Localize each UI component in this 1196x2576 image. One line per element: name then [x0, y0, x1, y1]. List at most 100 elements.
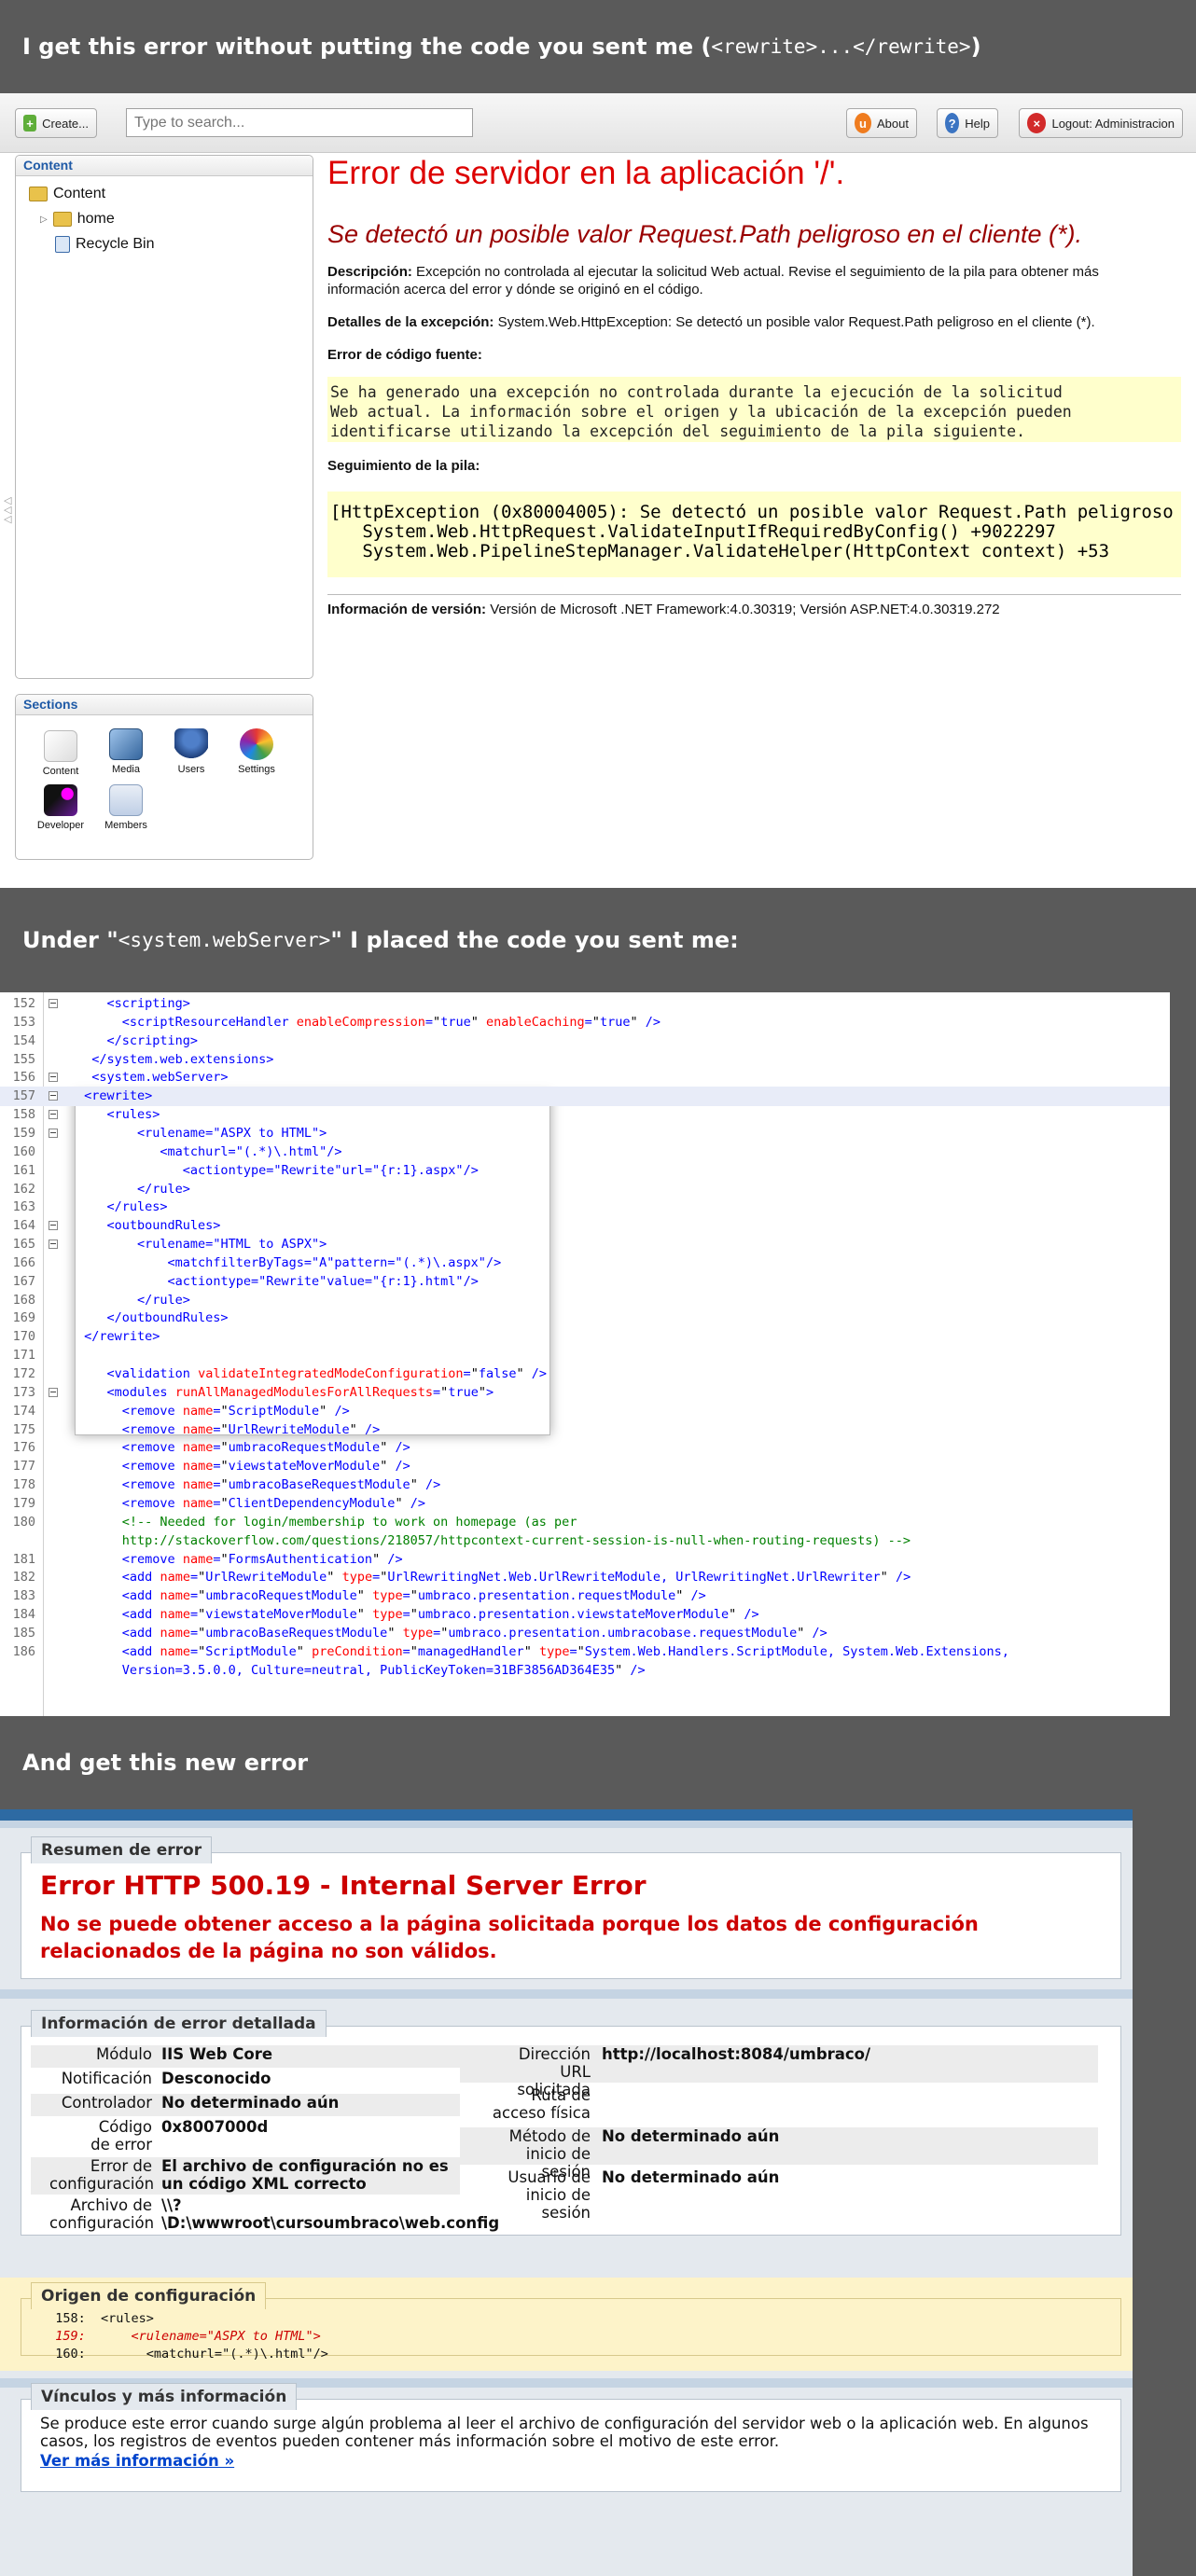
stack-label: Seguimiento de la pila: [327, 458, 480, 474]
section-developer[interactable]: Developer [28, 784, 93, 831]
banner-2-text-post: " I placed the code you sent me: [330, 927, 739, 953]
section-label: Developer [36, 820, 85, 831]
code-text: <actiontype="Rewrite"url="{r:1}.aspx"/> [182, 1162, 479, 1178]
section-users[interactable]: Users [159, 728, 224, 775]
section-members[interactable]: Members [93, 784, 159, 831]
detail-row: Usuario de inicio de sesión No determinad… [460, 2168, 1098, 2222]
section-settings[interactable]: Settings [224, 728, 289, 775]
fold-toggle-icon[interactable] [49, 1073, 58, 1083]
separator [0, 1989, 1133, 1999]
members-section-icon [109, 784, 143, 816]
tree-node-recycle-bin[interactable]: Recycle Bin [55, 236, 154, 253]
line-number: 185 [12, 1625, 35, 1641]
tree-node-home[interactable]: ▷ home [40, 211, 115, 228]
line-number: 174 [12, 1403, 35, 1419]
line-number: 173 [12, 1384, 35, 1400]
source-code-box: Se ha generado una excepción no controla… [327, 377, 1181, 442]
code-text: <rulename="ASPX to HTML"> [137, 1125, 327, 1141]
developer-section-icon [44, 784, 77, 816]
help-icon: ? [945, 113, 960, 133]
media-section-icon [109, 728, 143, 760]
code-line: 179 <remove name="ClientDependencyModule… [0, 1494, 1170, 1514]
code-text: </rules> [106, 1199, 168, 1215]
fold-toggle-icon[interactable] [49, 1240, 58, 1250]
about-button[interactable]: u About [846, 108, 917, 138]
code-line: 185 <add name="umbracoBaseRequestModule"… [0, 1624, 1170, 1643]
detail-value: No determinado aún [602, 2168, 780, 2186]
detail-value: http://localhost:8084/umbraco/ [602, 2045, 871, 2063]
line-number: 184 [12, 1607, 35, 1623]
detailed-info-box: Información de error detallada Módulo IIS… [21, 2010, 1121, 2236]
detail-row: Notificación Desconocido [31, 2070, 460, 2092]
create-icon: + [23, 115, 37, 132]
logout-icon: × [1027, 113, 1047, 133]
line-number: 181 [12, 1551, 35, 1567]
code-text: <add name="viewstateMoverModule" type="u… [121, 1607, 759, 1623]
config-line: 158: <rules> [40, 2311, 154, 2326]
stack-trace-box: [HttpException (0x80004005): Se detectó … [327, 492, 1181, 577]
code-line: 165 <rulename="HTML to ASPX"> [0, 1235, 1170, 1254]
code-text: <scriptResourceHandler enableCompression… [121, 1014, 661, 1030]
detail-key: Notificación [61, 2070, 152, 2087]
line-number: 177 [12, 1459, 35, 1475]
code-line: 164 <outboundRules> [0, 1216, 1170, 1236]
code-text: <matchfilterByTags="A"pattern="(.*)\.asp… [167, 1254, 502, 1270]
code-text: <remove name="viewstateMoverModule" /> [121, 1459, 410, 1475]
version-text: Versión de Microsoft .NET Framework:4.0.… [486, 602, 1000, 617]
section-media[interactable]: Media [93, 728, 159, 775]
detail-key: Método de inicio de sesión [508, 2127, 591, 2181]
code-text: <!-- Needed for login/membership to work… [121, 1514, 577, 1530]
line-number: 155 [12, 1051, 35, 1067]
stack-heading: Seguimiento de la pila: [327, 457, 1181, 475]
code-text: </rule> [137, 1181, 190, 1197]
code-line: Version=3.5.0.0, Culture=neutral, Public… [0, 1661, 1170, 1681]
code-text: <matchurl="(.*)\.html"/> [160, 1143, 342, 1159]
banner-1-code: <rewrite>...</rewrite> [711, 35, 971, 58]
more-info-link[interactable]: Ver más información » [40, 2452, 234, 2470]
expand-arrow-icon[interactable]: ▷ [40, 215, 48, 225]
fold-toggle-icon[interactable] [49, 1110, 58, 1120]
line-number: 156 [12, 1070, 35, 1086]
folder-icon [29, 187, 48, 201]
line-number: 163 [12, 1199, 35, 1215]
summary-label: Resumen de error [31, 1836, 213, 1863]
resize-handle-icon[interactable]: ◁ ◁ ◁ [4, 495, 11, 524]
settings-section-icon [240, 728, 273, 760]
line-number: 170 [12, 1329, 35, 1345]
logout-button[interactable]: × Logout: Administracion [1019, 108, 1183, 138]
fold-toggle-icon[interactable] [49, 1221, 58, 1231]
code-line: 169 </outboundRules> [0, 1309, 1170, 1328]
code-text: Version=3.5.0.0, Culture=neutral, Public… [121, 1662, 646, 1678]
content-section-icon [44, 730, 77, 762]
fold-toggle-icon[interactable] [49, 1091, 58, 1101]
section-label: Members [104, 820, 147, 831]
content-panel-title: Content [16, 156, 313, 176]
code-line: 173 <modules runAllManagedModulesForAllR… [0, 1383, 1170, 1403]
code-text: <remove name="umbracoRequestModule" /> [121, 1440, 410, 1456]
tree-node-content[interactable]: Content [29, 186, 105, 202]
banner-3-text: And get this new error [22, 1750, 309, 1776]
fold-toggle-icon[interactable] [49, 999, 58, 1008]
line-number: 178 [12, 1477, 35, 1493]
create-label: Create... [42, 116, 89, 131]
fold-toggle-icon[interactable] [49, 1128, 58, 1138]
tree-node-label: home [76, 211, 115, 227]
section-label: Content [42, 766, 79, 777]
config-source-lines: 158: <rules> 159: <rulename="ASPX to HTM… [40, 2310, 328, 2363]
detail-row: Módulo IIS Web Core [31, 2045, 460, 2068]
search-input[interactable] [126, 108, 473, 137]
line-number: 172 [12, 1366, 35, 1381]
code-text: <remove name="ScriptModule" /> [121, 1403, 350, 1419]
create-button[interactable]: + Create... [15, 108, 97, 138]
source-heading: Error de código fuente: [327, 346, 1181, 364]
help-button[interactable]: ? Help [937, 108, 998, 138]
code-line: 172 <validation validateIntegratedModeCo… [0, 1364, 1170, 1384]
fold-toggle-icon[interactable] [49, 1387, 58, 1397]
section-label: Settings [238, 764, 275, 775]
code-text: </rule> [137, 1292, 190, 1308]
code-text: <add name="umbracoRequestModule" type="u… [121, 1588, 706, 1604]
section-content[interactable]: Content [28, 730, 93, 777]
line-number: 182 [12, 1570, 35, 1586]
banner-2-code: <system.webServer> [118, 929, 331, 951]
detail-value: Desconocido [161, 2070, 271, 2087]
